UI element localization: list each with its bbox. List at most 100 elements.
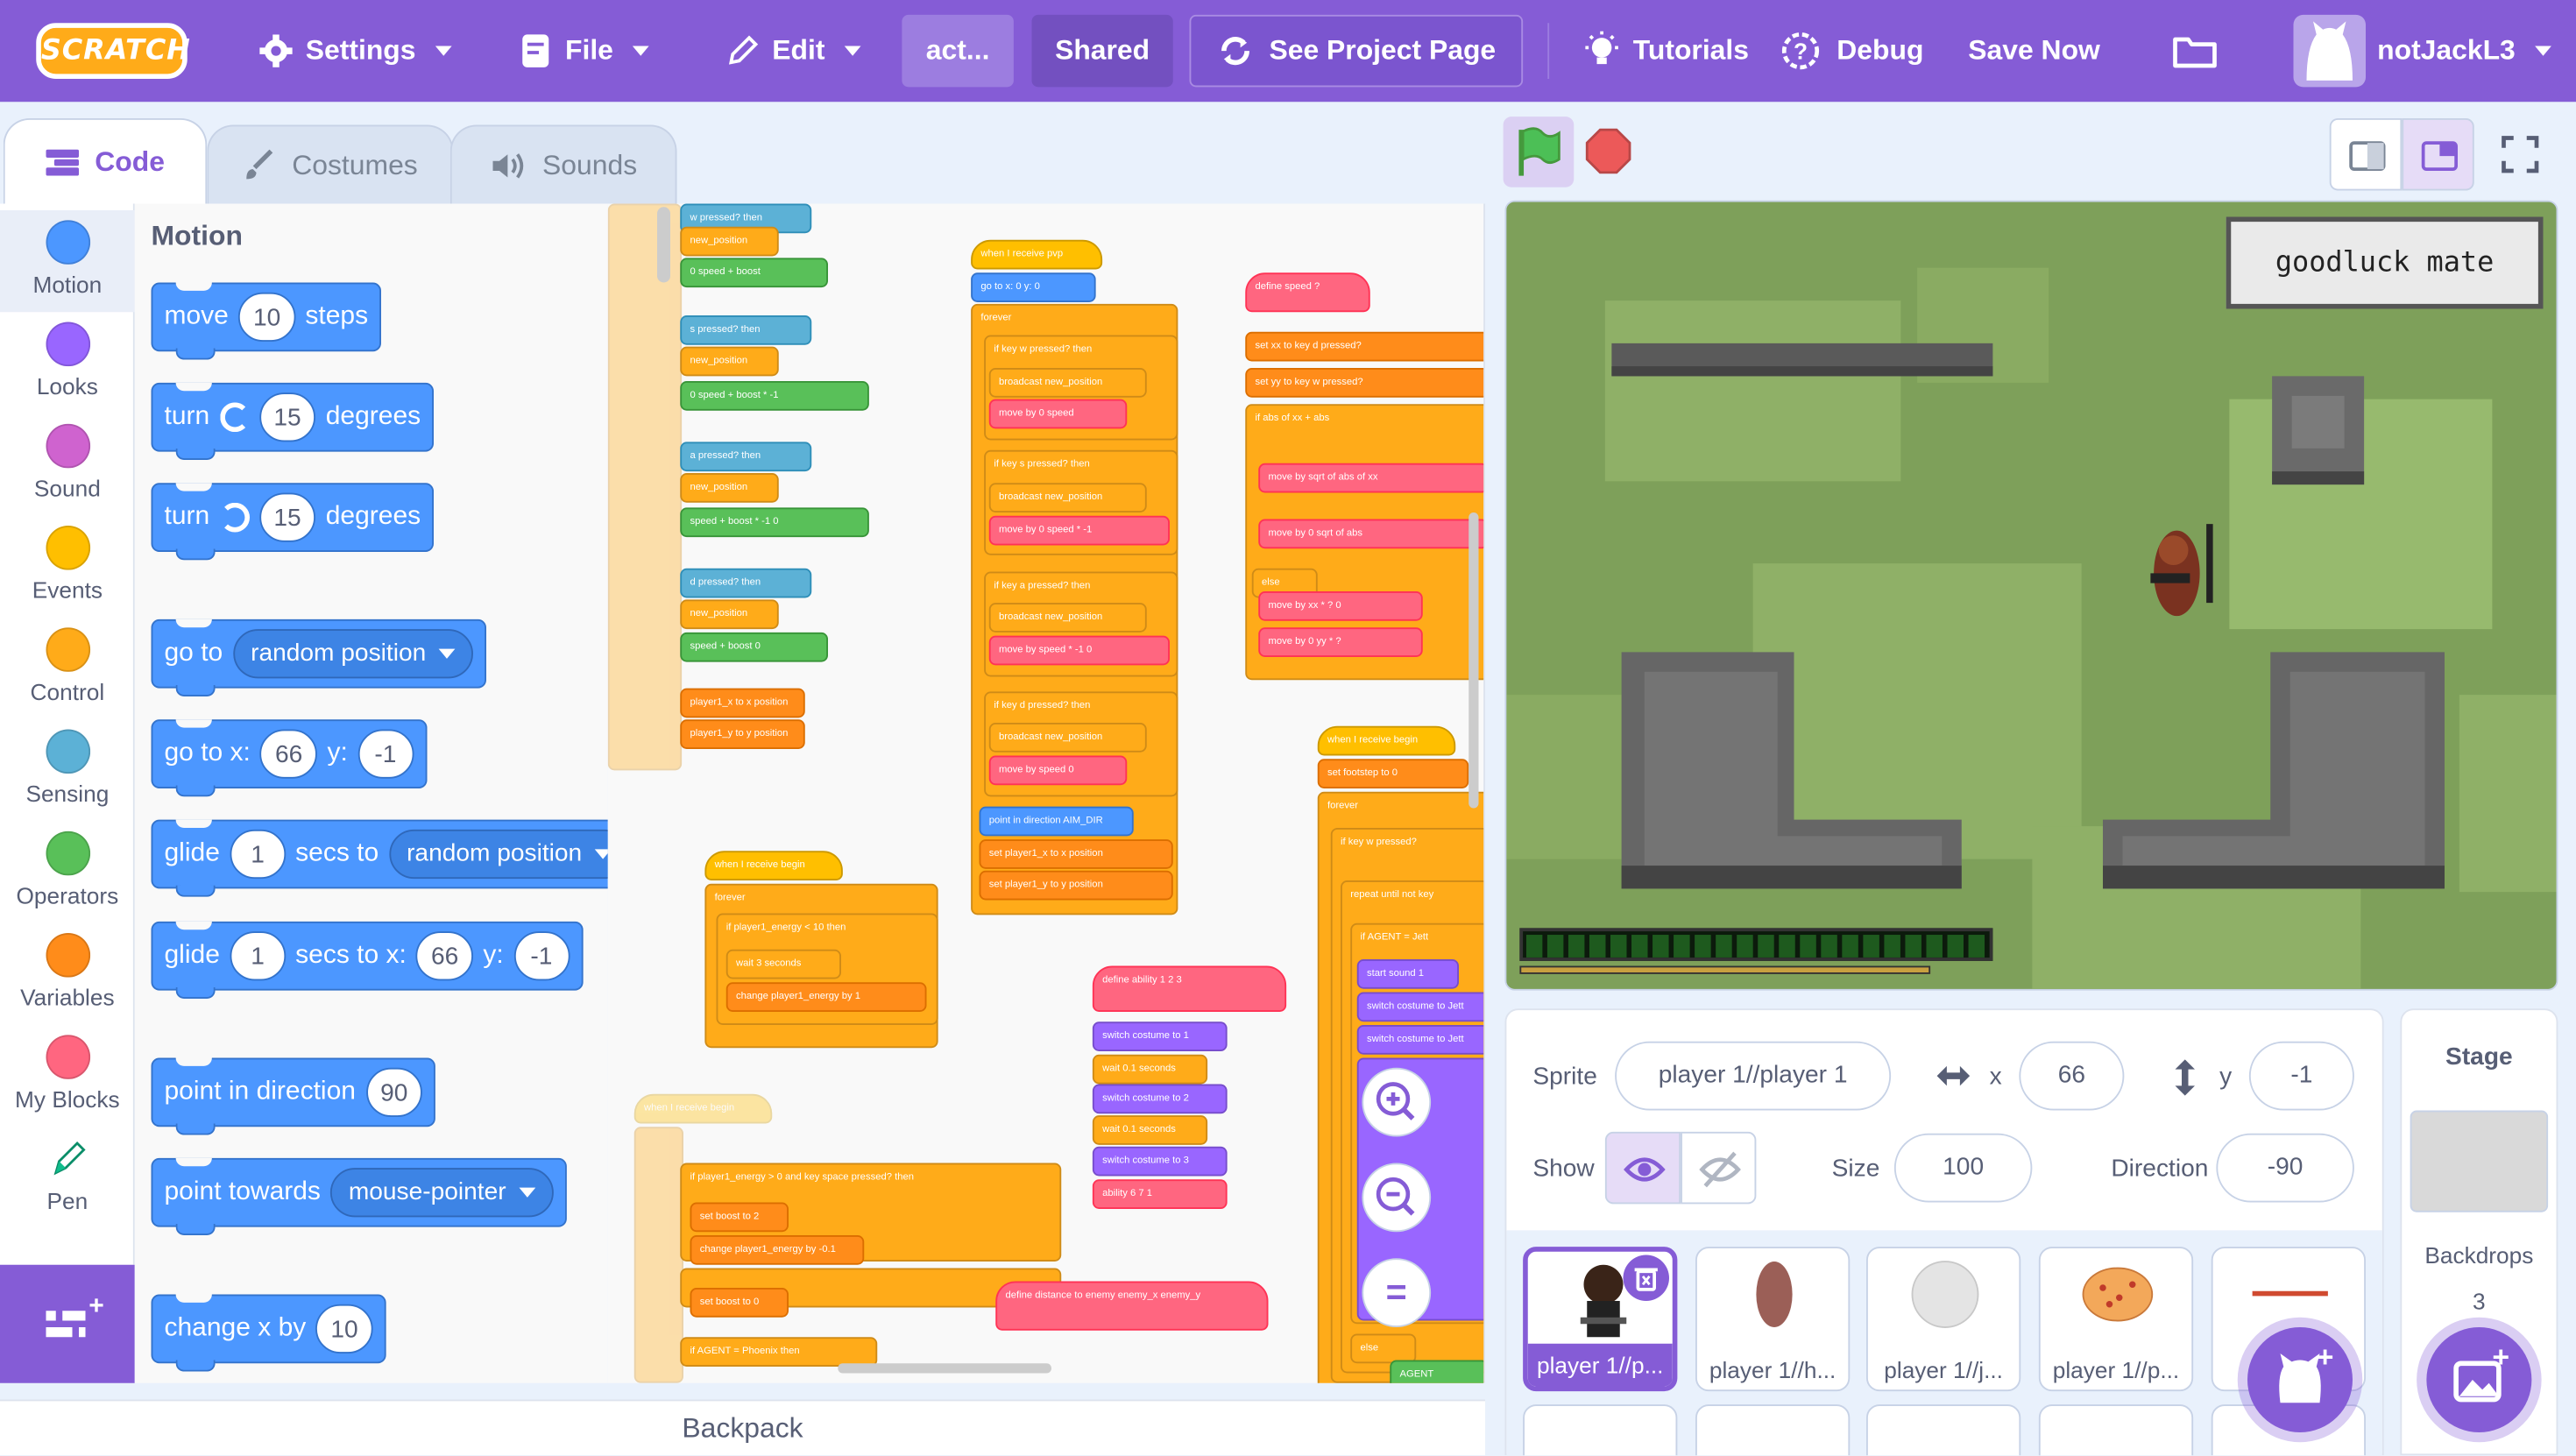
- category-variables[interactable]: Variables: [0, 923, 135, 1025]
- secs-input[interactable]: 1: [230, 931, 286, 981]
- file-menu[interactable]: File: [520, 0, 650, 102]
- script-block[interactable]: move by speed 0: [988, 755, 1128, 786]
- degrees-input[interactable]: 15: [258, 492, 316, 542]
- sprite-thumb[interactable]: player 1//p...: [2038, 1247, 2194, 1392]
- block-move-steps[interactable]: move 10 steps: [151, 282, 382, 360]
- steps-input[interactable]: 10: [238, 292, 296, 342]
- sprite-thumb[interactable]: [1523, 1404, 1678, 1456]
- sprite-thumb[interactable]: [2038, 1404, 2194, 1456]
- account-menu[interactable]: notJackL3: [2377, 0, 2552, 102]
- tab-code[interactable]: Code: [3, 118, 208, 204]
- script-block[interactable]: wait 0.1 seconds: [1092, 1115, 1208, 1145]
- change-x-input[interactable]: 10: [315, 1304, 373, 1354]
- y-input[interactable]: -1: [513, 931, 570, 981]
- script-block[interactable]: 0 speed + boost: [680, 258, 828, 288]
- script-block[interactable]: start sound 1: [1356, 959, 1459, 989]
- x-field[interactable]: 66: [2019, 1041, 2125, 1111]
- category-my-blocks[interactable]: My Blocks: [0, 1025, 135, 1127]
- hat-block[interactable]: when I receive begin: [704, 851, 843, 880]
- avatar[interactable]: [2293, 14, 2366, 88]
- block-change-x[interactable]: change x by 10: [151, 1294, 386, 1372]
- vertical-scrollbar[interactable]: [1468, 512, 1479, 809]
- horizontal-scrollbar[interactable]: [838, 1363, 1051, 1374]
- size-field[interactable]: 100: [1893, 1133, 2033, 1203]
- script-block[interactable]: AGENT: [1390, 1360, 1484, 1383]
- script-block[interactable]: switch costume to Jett: [1356, 1025, 1484, 1055]
- script-block[interactable]: change player1_energy by -0.1: [690, 1235, 865, 1265]
- degrees-input[interactable]: 15: [258, 392, 316, 442]
- block-go-to[interactable]: go to random position: [151, 618, 487, 696]
- script-block[interactable]: set boost to 2: [690, 1202, 789, 1233]
- tutorials-menu[interactable]: Tutorials: [1584, 0, 1749, 102]
- sprite-thumb[interactable]: player 1//p...: [1523, 1247, 1678, 1392]
- y-field[interactable]: -1: [2248, 1041, 2354, 1111]
- vertical-scrollbar[interactable]: [657, 207, 670, 283]
- stage[interactable]: goodluck mate: [1504, 200, 2558, 991]
- script-block[interactable]: a pressed? then: [680, 442, 812, 472]
- category-control[interactable]: Control: [0, 618, 135, 719]
- category-events[interactable]: Events: [0, 516, 135, 618]
- backpack[interactable]: Backpack: [0, 1399, 1485, 1456]
- show-hidden-button[interactable]: [1681, 1131, 1757, 1205]
- debug-menu[interactable]: ? Debug: [1778, 0, 1923, 102]
- script-block[interactable]: ability 6 7 1: [1092, 1179, 1228, 1209]
- script-block[interactable]: broadcast new_position: [988, 368, 1147, 398]
- my-stuff-button[interactable]: [2172, 0, 2219, 102]
- y-input[interactable]: -1: [357, 729, 414, 779]
- block-glide-to[interactable]: glide 1 secs to random position: [151, 819, 608, 897]
- sprite-thumb[interactable]: [1695, 1404, 1851, 1456]
- script-block[interactable]: new_position: [680, 346, 779, 377]
- see-project-page-button[interactable]: See Project Page: [1189, 14, 1524, 88]
- forever-block[interactable]: [633, 1127, 683, 1383]
- hat-block[interactable]: when I receive begin: [1317, 725, 1456, 756]
- secs-input[interactable]: 1: [230, 829, 286, 880]
- define-block[interactable]: define ability 1 2 3: [1092, 965, 1287, 1012]
- define-block[interactable]: define speed ?: [1245, 272, 1370, 313]
- script-block[interactable]: move by 0 yy * ?: [1258, 627, 1423, 657]
- script-block[interactable]: speed + boost 0: [680, 632, 828, 662]
- add-extension-button[interactable]: +: [0, 1264, 135, 1383]
- script-block[interactable]: broadcast new_position: [988, 723, 1147, 753]
- script-block[interactable]: switch costume to 2: [1092, 1084, 1228, 1114]
- script-block[interactable]: switch costume to 3: [1092, 1146, 1228, 1177]
- shared-button[interactable]: Shared: [1031, 14, 1173, 88]
- block-glide-xy[interactable]: glide 1 secs to x: 66 y: -1: [151, 921, 583, 999]
- hat-block[interactable]: when I receive pvp: [971, 239, 1103, 270]
- block-turn-right[interactable]: turn 15 degrees: [151, 382, 435, 460]
- direction-field[interactable]: -90: [2216, 1133, 2354, 1203]
- glide-target-dropdown[interactable]: random position: [388, 829, 608, 880]
- script-block[interactable]: set footstep to 0: [1317, 759, 1469, 788]
- sprite-thumb[interactable]: player 1//j...: [1866, 1247, 2021, 1392]
- project-title-input[interactable]: act...: [902, 14, 1014, 88]
- sprite-name-field[interactable]: player 1//player 1: [1615, 1041, 1892, 1111]
- script-block[interactable]: set yy to key w pressed?: [1245, 368, 1484, 398]
- define-block[interactable]: define distance to enemy enemy_x enemy_y: [995, 1281, 1269, 1331]
- category-sensing[interactable]: Sensing: [0, 719, 135, 821]
- if-block[interactable]: if AGENT = Phoenix then: [680, 1337, 878, 1367]
- block-turn-left[interactable]: turn 15 degrees: [151, 483, 435, 561]
- script-block[interactable]: new_position: [680, 599, 779, 630]
- script-block[interactable]: point in direction AIM_DIR: [979, 806, 1134, 837]
- go-to-target-dropdown[interactable]: random position: [232, 629, 474, 679]
- script-block[interactable]: move by 0 sqrt of abs: [1258, 519, 1484, 549]
- script-block[interactable]: new_position: [680, 226, 779, 257]
- delete-sprite-button[interactable]: [1623, 1255, 1669, 1301]
- script-block[interactable]: player1_x to x position: [680, 688, 805, 718]
- scratch-logo[interactable]: SCRATCH: [36, 23, 190, 79]
- script-block[interactable]: move by xx * ? 0: [1258, 591, 1423, 621]
- script-block[interactable]: set player1_x to x position: [979, 839, 1173, 869]
- category-looks[interactable]: Looks: [0, 312, 135, 413]
- tab-costumes[interactable]: Costumes: [207, 124, 454, 204]
- stop-button[interactable]: [1585, 128, 1631, 174]
- zoom-in-button[interactable]: [1362, 1067, 1432, 1137]
- script-block[interactable]: broadcast new_position: [988, 603, 1147, 633]
- category-pen[interactable]: Pen: [0, 1127, 135, 1228]
- script-block[interactable]: speed + boost * -1 0: [680, 507, 869, 538]
- block-point-in-direction[interactable]: point in direction 90: [151, 1057, 436, 1135]
- script-block[interactable]: wait 0.1 seconds: [1092, 1054, 1208, 1085]
- tab-sounds[interactable]: Sounds: [449, 124, 677, 204]
- large-stage-button[interactable]: [2402, 118, 2474, 191]
- script-block[interactable]: switch costume to 1: [1092, 1021, 1228, 1051]
- x-input[interactable]: 66: [416, 931, 474, 981]
- script-block[interactable]: switch costume to Jett: [1356, 992, 1484, 1022]
